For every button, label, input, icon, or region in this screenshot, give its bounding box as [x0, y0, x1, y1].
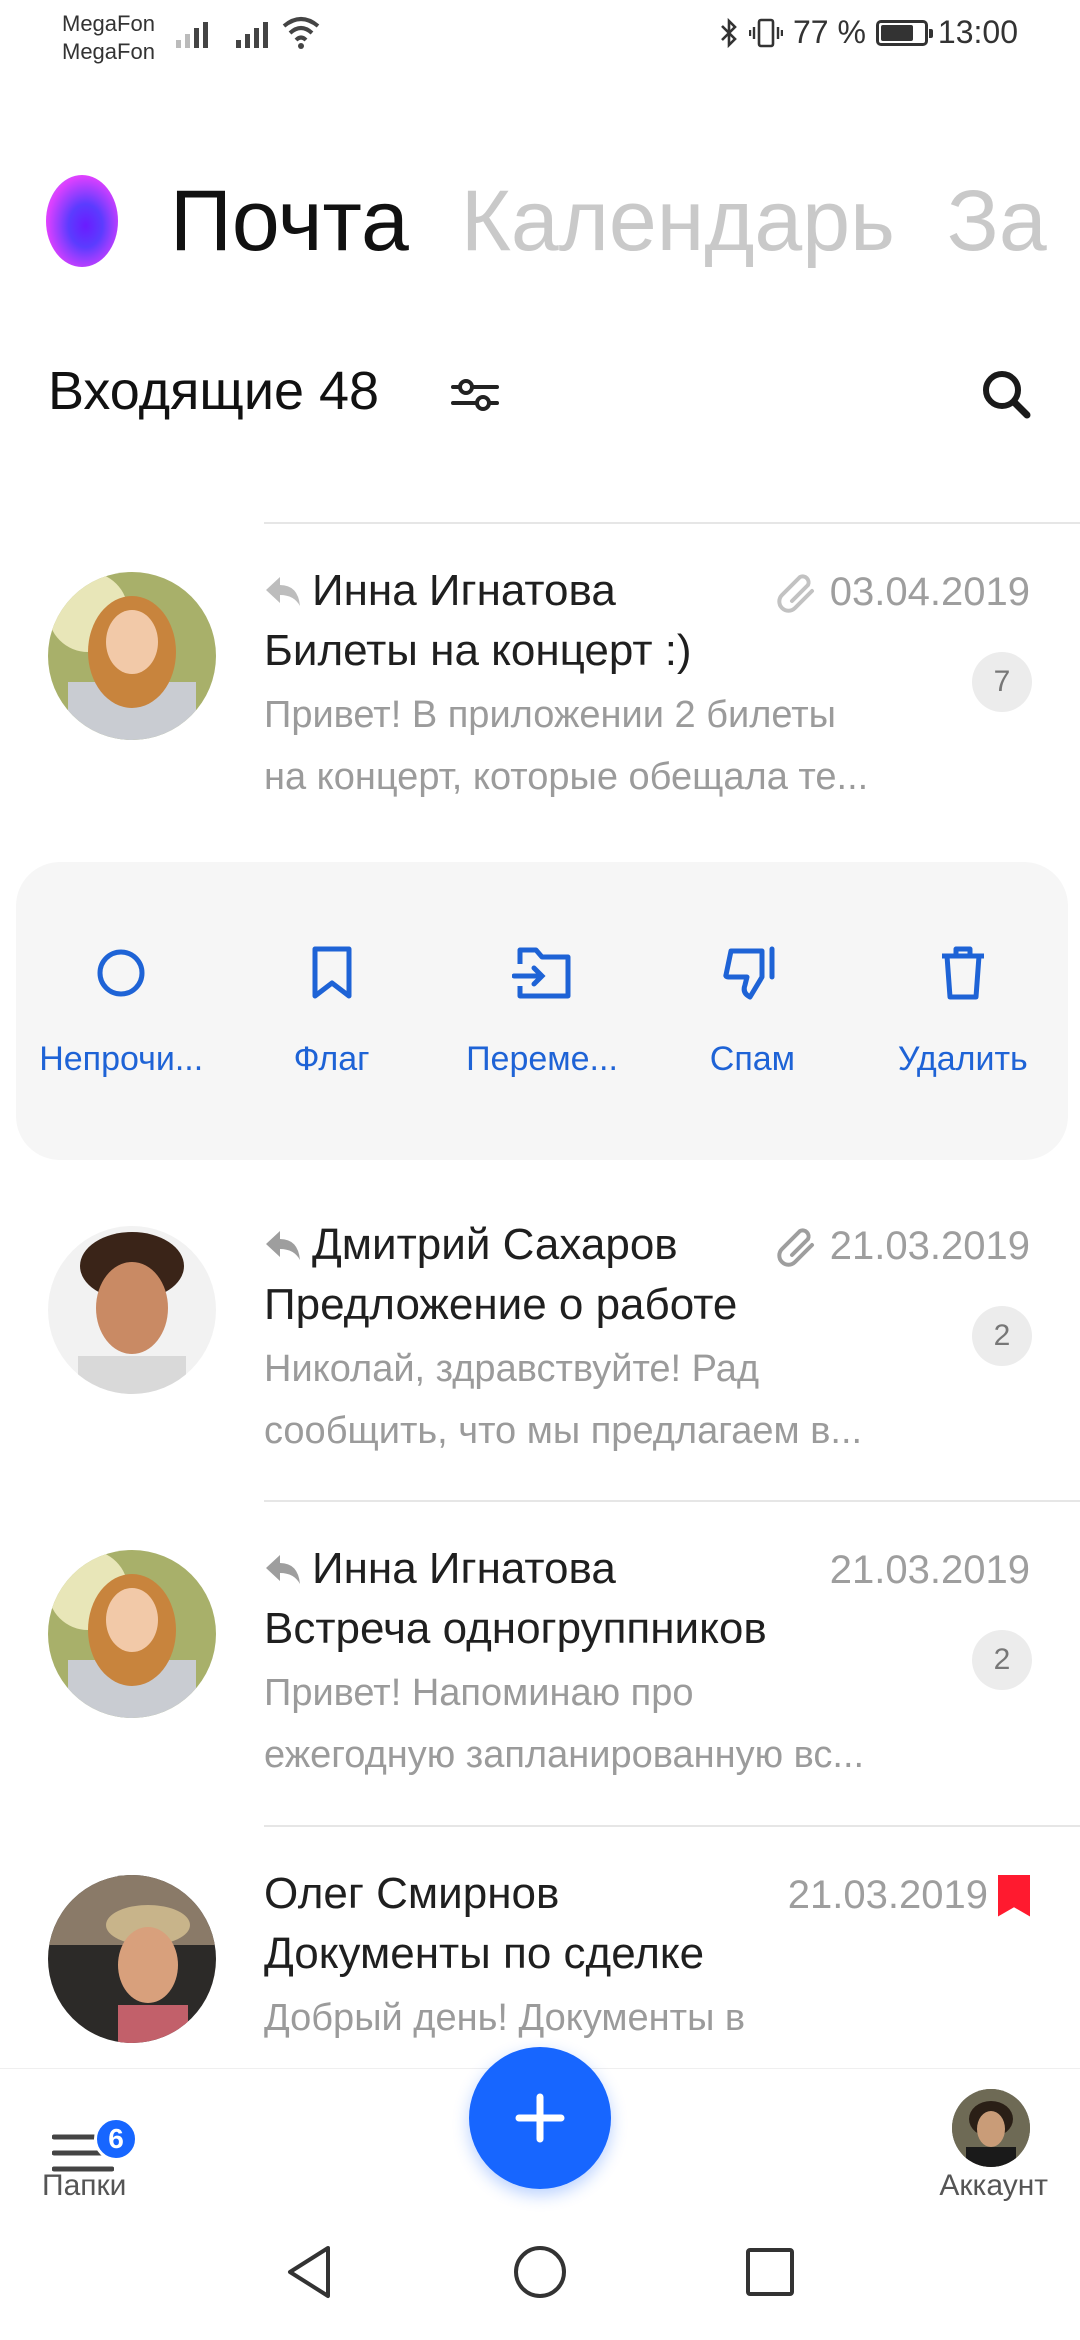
snippet-line: ежегодную запланированную вс...	[264, 1734, 865, 1776]
flag-button[interactable]: Флаг	[226, 862, 436, 1160]
search-icon[interactable]	[980, 368, 1032, 420]
mail-date-text: 03.04.2019	[829, 570, 1030, 614]
mail-subject: Предложение о работе	[264, 1280, 738, 1329]
trash-icon	[941, 946, 984, 1000]
action-label: Непрочи...	[39, 1040, 204, 1078]
snippet-line: сообщить, что мы предлагаем в...	[264, 1410, 863, 1452]
vibrate-icon	[748, 18, 783, 47]
replied-icon	[266, 577, 300, 606]
compose-button[interactable]	[469, 2047, 611, 2189]
move-folder-icon	[512, 947, 571, 999]
mail-subject: Билеты на концерт :)	[264, 626, 692, 675]
mail-snippet: Добрый день! Документы в	[264, 1987, 944, 2049]
mark-unread-button[interactable]: Непрочи...	[16, 862, 226, 1160]
app-logo	[46, 175, 118, 267]
account-avatar[interactable]	[952, 2089, 1030, 2167]
replied-icon	[266, 1231, 300, 1260]
snippet-line: Николай, здравствуйте! Рад	[264, 1348, 760, 1390]
carrier-1: MegaFon	[62, 11, 155, 36]
bottom-bar: 6 Папки Аккаунт	[0, 2047, 1080, 2218]
recents-icon[interactable]	[740, 2242, 800, 2302]
mail-sender-name: Дмитрий Сахаров	[312, 1220, 678, 1269]
avatar	[48, 1226, 216, 1394]
folders-badge: 6	[94, 2117, 138, 2161]
delete-button[interactable]: Удалить	[858, 862, 1068, 1160]
folders-label: Папки	[42, 2169, 127, 2202]
bookmark-icon	[312, 946, 352, 999]
thread-count-badge: 2	[972, 1630, 1032, 1690]
mail-snippet: Николай, здравствуйте! Рад сообщить, что…	[264, 1338, 944, 1462]
flag-icon	[998, 1874, 1030, 1917]
carrier-2: MegaFon	[62, 39, 155, 64]
action-label: Спам	[709, 1040, 796, 1078]
app-tabs: Почта Календарь За	[170, 172, 1047, 271]
mail-sender-name: Инна Игнатова	[312, 1544, 616, 1593]
mail-date: 03.04.2019	[776, 570, 1030, 615]
avatar	[48, 1550, 216, 1718]
mail-item[interactable]: Дмитрий Сахаров 21.03.2019 Предложение о…	[0, 1176, 1080, 1501]
action-label: Удалить	[897, 1040, 1028, 1078]
circle-icon	[97, 949, 145, 997]
avatar	[48, 1875, 216, 2043]
mail-item[interactable]: Инна Игнатова 03.04.2019 Билеты на конце…	[0, 522, 1080, 847]
avatar	[48, 572, 216, 740]
battery-percent: 77 %	[792, 14, 866, 50]
tab-calendar[interactable]: Календарь	[461, 172, 895, 271]
snippet-line: Добрый день! Документы в	[264, 1997, 746, 2039]
mail-subject: Встреча одногруппников	[264, 1604, 767, 1653]
mail-sender-name: Олег Смирнов	[264, 1869, 560, 1918]
mail-date-text: 21.03.2019	[829, 1224, 1030, 1268]
mail-date-text: 21.03.2019	[787, 1873, 988, 1917]
plus-icon	[515, 2093, 565, 2143]
filter-icon[interactable]	[450, 375, 500, 415]
signal-2-icon	[236, 18, 268, 48]
account-label: Аккаунт	[939, 2169, 1048, 2202]
divider	[264, 1500, 1080, 1502]
thumbs-down-icon	[723, 946, 775, 1000]
mail-snippet: Привет! В приложении 2 билеты на концерт…	[264, 684, 944, 808]
move-button[interactable]: Переме...	[437, 862, 647, 1160]
mail-subject: Документы по сделке	[264, 1929, 705, 1978]
thread-count-badge: 7	[972, 652, 1032, 712]
tab-mail[interactable]: Почта	[170, 172, 409, 271]
mail-sender: Инна Игнатова	[264, 1544, 616, 1594]
divider	[264, 522, 1080, 524]
attachment-icon	[777, 573, 814, 613]
status-right: 77 % 13:00	[719, 14, 1018, 51]
status-bar: MegaFon MegaFon 77 % 13:00	[0, 0, 1080, 75]
clock: 13:00	[937, 14, 1018, 50]
home-icon[interactable]	[510, 2242, 570, 2302]
bluetooth-icon	[721, 17, 737, 48]
signal-1-icon	[176, 18, 208, 48]
snippet-line: Привет! В приложении 2 билеты	[264, 694, 836, 736]
mail-sender-name: Инна Игнатова	[312, 566, 616, 615]
mail-snippet: Привет! Напоминаю про ежегодную запланир…	[264, 1662, 944, 1786]
mail-date: 21.03.2019	[830, 1548, 1030, 1593]
wifi-icon	[282, 17, 320, 49]
mail-date: 21.03.2019	[788, 1873, 1030, 1918]
carrier-names: MegaFon MegaFon	[62, 10, 155, 66]
mail-sender: Инна Игнатова	[264, 566, 616, 616]
battery-level-fill	[880, 24, 914, 41]
snippet-line: Привет! Напоминаю про	[264, 1672, 694, 1714]
replied-icon	[266, 1555, 300, 1584]
battery-icon	[875, 19, 933, 46]
divider	[264, 1825, 1080, 1827]
folder-title: Входящие 48	[48, 361, 380, 421]
system-nav-bar	[0, 2218, 1080, 2340]
mail-item[interactable]: Инна Игнатова 21.03.2019 Встреча одногру…	[0, 1500, 1080, 1825]
snippet-line: на концерт, которые обещала те...	[264, 756, 869, 798]
mail-date: 21.03.2019	[776, 1224, 1030, 1269]
swipe-actions-panel: Непрочи... Флаг Переме... Спам Удалить	[16, 862, 1068, 1160]
action-label: Флаг	[293, 1040, 370, 1078]
tab-tasks[interactable]: За	[947, 172, 1047, 271]
thread-count-badge: 2	[972, 1306, 1032, 1366]
action-label: Переме...	[466, 1040, 618, 1078]
spam-button[interactable]: Спам	[647, 862, 857, 1160]
back-icon[interactable]	[282, 2242, 338, 2302]
attachment-icon	[777, 1227, 814, 1267]
mail-sender: Дмитрий Сахаров	[264, 1220, 678, 1270]
mail-sender: Олег Смирнов	[264, 1869, 559, 1919]
mail-date-text: 21.03.2019	[829, 1548, 1030, 1592]
